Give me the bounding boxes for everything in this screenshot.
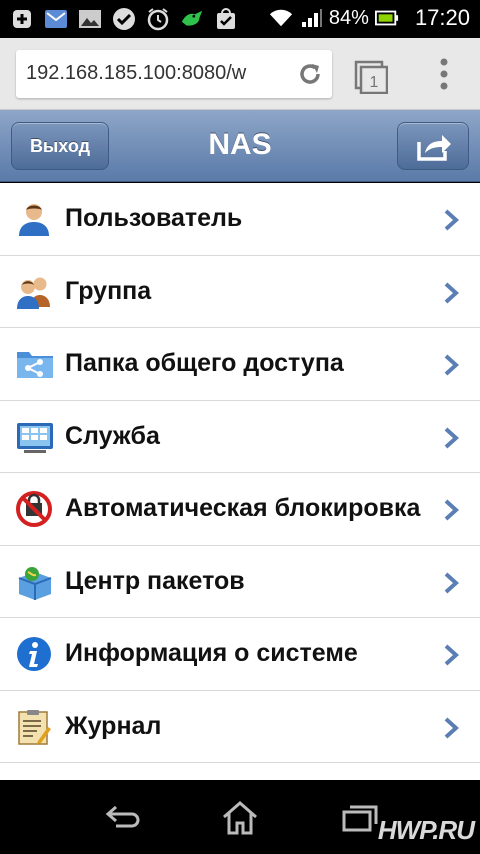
- list-item-package-center[interactable]: Центр пакетов: [0, 545, 480, 618]
- list-item-system-info[interactable]: Информация о системе: [0, 618, 480, 691]
- list-item-group[interactable]: Группа: [0, 255, 480, 328]
- clock: 17:20: [414, 5, 470, 30]
- list-item-label: Папка общего доступа: [65, 349, 344, 377]
- list-item-label: Информация о системе: [65, 639, 358, 667]
- chevron-right-icon: [442, 281, 460, 305]
- back-icon[interactable]: [102, 800, 142, 836]
- svg-text:1: 1: [370, 74, 379, 91]
- list-item-shared-folder[interactable]: Папка общего доступа: [0, 328, 480, 401]
- share-button[interactable]: [397, 122, 469, 170]
- battery-icon: [374, 6, 399, 30]
- chevron-right-icon: [442, 498, 460, 522]
- check-circle-icon: [112, 7, 136, 31]
- navigation-bar: HWP.RU: [0, 782, 480, 854]
- chevron-right-icon: [442, 716, 460, 740]
- auto-block-icon: [16, 491, 52, 527]
- signal-icon: [299, 6, 323, 30]
- chevron-right-icon: [442, 353, 460, 377]
- reload-icon[interactable]: [296, 60, 324, 88]
- list-item-auto-block[interactable]: Автоматическая блокировка: [0, 473, 480, 546]
- user-icon: [16, 201, 52, 237]
- bag-check-icon: [214, 7, 238, 31]
- chevron-right-icon: [442, 571, 460, 595]
- share-icon: [417, 135, 451, 161]
- mail-icon: [44, 7, 68, 31]
- chevron-right-icon: [442, 208, 460, 232]
- recent-apps-icon[interactable]: [340, 800, 380, 836]
- address-bar[interactable]: 192.168.185.100:8080/w: [16, 50, 332, 98]
- notification-icons: [10, 7, 238, 31]
- list-item-label: Пользователь: [65, 204, 243, 232]
- tabs-switcher-icon[interactable]: 1: [354, 60, 389, 95]
- shared-folder-icon: [16, 346, 53, 382]
- watermark-logo: HWP.RU: [377, 815, 475, 845]
- crocodile-icon: [180, 7, 204, 31]
- wifi-icon: [269, 6, 293, 30]
- overflow-menu-icon[interactable]: [432, 56, 456, 92]
- list-item-log[interactable]: Журнал: [0, 690, 480, 763]
- list-item-label: Автоматическая блокировка: [65, 494, 421, 522]
- plus-icon: [10, 7, 34, 31]
- home-icon[interactable]: [220, 800, 260, 836]
- info-icon: [16, 636, 52, 672]
- image-icon: [78, 7, 102, 31]
- group-icon: [16, 274, 52, 310]
- chevron-right-icon: [442, 426, 460, 450]
- service-icon: [16, 419, 53, 455]
- list-item-service[interactable]: Служба: [0, 400, 480, 473]
- status-bar: 84% 17:20: [0, 0, 480, 38]
- page-title: NAS: [208, 128, 272, 161]
- battery-percent: 84%: [328, 6, 369, 29]
- nas-menu-list: Пользователь Группа Папка общего доступа…: [0, 183, 480, 780]
- list-item-partial[interactable]: [0, 763, 480, 780]
- list-item-label: Журнал: [65, 711, 162, 740]
- chevron-right-icon: [442, 643, 460, 667]
- log-icon: [16, 709, 52, 745]
- list-item-label: Центр пакетов: [65, 566, 245, 595]
- alarm-clock-icon: [146, 7, 170, 31]
- app-header: Выход NAS: [0, 110, 480, 182]
- url-text[interactable]: 192.168.185.100:8080/w: [26, 62, 288, 85]
- list-item-label: Группа: [65, 276, 152, 305]
- list-item-user[interactable]: Пользователь: [0, 183, 480, 256]
- browser-toolbar: 192.168.185.100:8080/w 1: [0, 38, 480, 110]
- list-item-label: Служба: [65, 421, 160, 450]
- package-center-icon: [16, 564, 52, 600]
- system-indicators: 84% 17:20: [269, 5, 470, 31]
- exit-button[interactable]: Выход: [11, 122, 109, 170]
